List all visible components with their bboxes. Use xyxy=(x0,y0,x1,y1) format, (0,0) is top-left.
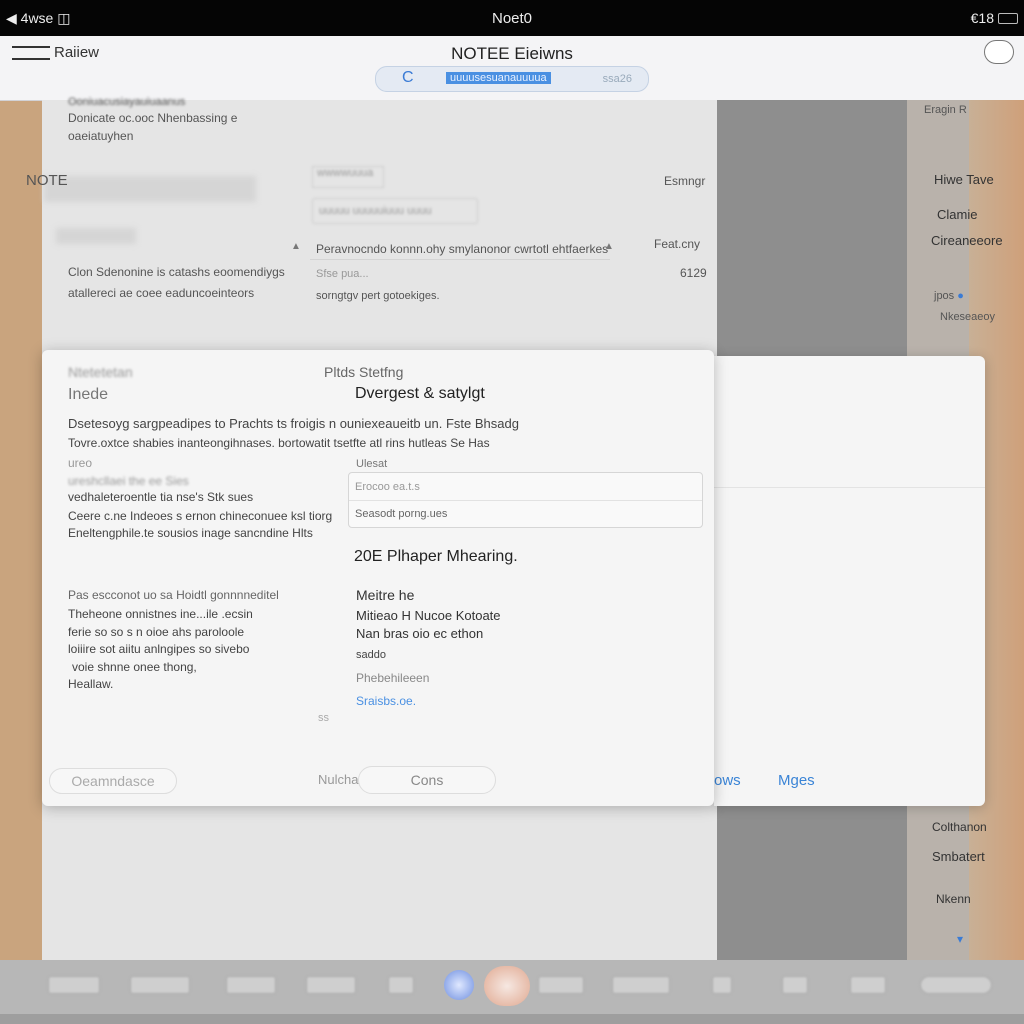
sidebar-item[interactable]: Clamie xyxy=(937,207,977,222)
sheet-button[interactable]: Mges xyxy=(778,772,815,789)
dialog-text: Pas escconot uo sa Hoidtl gonnnneditel xyxy=(68,588,279,602)
search-query: uuuusesuanauuuua xyxy=(446,72,551,84)
status-title: Noet0 xyxy=(491,10,533,27)
field-label: Ulesat xyxy=(356,458,388,470)
text-field[interactable]: Erocoo ea.t.s xyxy=(355,481,420,493)
triangle-icon: ▲ xyxy=(604,241,614,252)
bg-line: Donicate oc.ooc Nhenbassing e xyxy=(68,111,238,125)
dialog-text: ureshcllaei the ee Sies xyxy=(68,474,189,488)
bg-pill[interactable]: wwwwuuua xyxy=(312,166,384,188)
bg-bar xyxy=(56,228,136,244)
dialog-text: Theheone onnistnes ine...ile .ecsin xyxy=(68,607,253,621)
dock-item[interactable] xyxy=(850,976,886,994)
divider xyxy=(714,487,985,488)
bg-right-label: Esmngr xyxy=(664,174,706,188)
bg-right-label: Feat.cny xyxy=(654,237,701,251)
meeting-link[interactable]: Sraisbs.oe. xyxy=(356,694,416,708)
dialog-text: voie shnne onee thong, xyxy=(72,660,197,674)
battery-icon xyxy=(998,13,1018,24)
sheet-button[interactable]: ows xyxy=(714,772,741,789)
triangle-icon: ▲ xyxy=(291,241,301,252)
bg-line: oaeiatuyhen xyxy=(68,129,134,143)
dock-item[interactable] xyxy=(130,976,190,994)
dialog-intro: Dsetesoyg sargpeadipes to Prachts ts fro… xyxy=(68,416,519,431)
sidebar-label: Eragin R xyxy=(924,104,967,116)
dock-item[interactable] xyxy=(782,976,808,994)
bg-sub: sorngtgv pert gotoekiges. xyxy=(316,290,440,302)
meeting-muted: Phebehileeen xyxy=(356,671,430,685)
status-right: €18 xyxy=(970,10,994,26)
search-right-label: ssa26 xyxy=(602,73,632,85)
chevron-down-icon[interactable]: ▾ xyxy=(957,932,963,946)
home-indicator-area xyxy=(0,1014,1024,1024)
page-title: NOTEE Eieiwns xyxy=(451,44,573,63)
bg-number: 6129 xyxy=(680,266,707,280)
note-label: NOTE xyxy=(26,172,68,189)
page-number: ss xyxy=(318,712,329,724)
bg-pill[interactable]: uuuuu uuuuuiuuu uuuu xyxy=(312,198,478,224)
meeting-line: saddo xyxy=(356,649,386,661)
bg-caption: Peravnocndo konnn.ohy smylanonor cwrtotl… xyxy=(316,242,609,256)
dialog-text: vedhaleteroentle tia nse's Stk sues xyxy=(68,490,254,504)
navigation-bar: Raiiew NOTEE Eieiwns C uuuusesuanauuuua … xyxy=(0,36,1024,101)
meeting-line: Mitieao H Nucoe Kotoate xyxy=(356,608,501,623)
dialog-left-title: Ntetetetan xyxy=(68,364,133,380)
dialog-text: ferie so so s n oioe ahs paroloole xyxy=(68,625,245,639)
dock-item[interactable] xyxy=(920,976,992,994)
sidebar-item[interactable]: Smbatert xyxy=(932,849,985,864)
divider xyxy=(349,500,702,501)
dialog-text: Ceere c.ne Indeoes s ernon chineconuee k… xyxy=(68,509,333,523)
dock-item[interactable] xyxy=(538,976,584,994)
compass-icon[interactable] xyxy=(444,970,474,1000)
dialog-mid-label: Nulcha xyxy=(318,772,359,787)
dock-item[interactable] xyxy=(226,976,276,994)
bg-line: Ooniuacusiayauiuaanus xyxy=(68,96,186,108)
meeting-line: Meitre he xyxy=(356,587,415,603)
meeting-line: Nan bras oio ec ethon xyxy=(356,626,484,641)
dialog-text: Eneltengphile.te sousios inage sancndine… xyxy=(68,526,313,540)
dialog-heading: Dvergest & satylgt xyxy=(355,385,485,402)
dock-item[interactable] xyxy=(48,976,100,994)
dialog-left-button[interactable]: Oeamndasce xyxy=(49,768,177,794)
sidebar-item[interactable]: Colthanon xyxy=(932,820,987,834)
status-bar: ◀ 4wse ◫ Noet0 €18 xyxy=(0,0,1024,36)
info-icon: ● xyxy=(957,290,964,302)
bg-bar xyxy=(44,176,256,202)
sidebar-link[interactable]: jpos ● xyxy=(934,290,964,302)
dock-item[interactable] xyxy=(388,976,414,994)
sidebar-item[interactable]: Nkenn xyxy=(936,892,971,906)
dialog-heading-small: Pltds Stetfng xyxy=(324,364,404,380)
dialog-text: loiiire sot aiitu anlngipes so sivebo xyxy=(68,642,250,656)
dialog-intro: Tovre.oxtce shabies inanteongihnases. bo… xyxy=(68,436,490,450)
sidebar-link[interactable]: Nkeseaeoy xyxy=(940,311,995,323)
dock-item[interactable] xyxy=(712,976,732,994)
dialog-left-subtitle: Inede xyxy=(68,386,109,403)
bg-desc: atallereci ae coee eaduncoeinteors xyxy=(68,286,255,300)
form-fields: Erocoo ea.t.s Seasodt porng.ues xyxy=(348,472,703,528)
dock-item[interactable] xyxy=(612,976,670,994)
divider xyxy=(310,259,610,260)
meeting-title: 20E Plhaper Mhearing. xyxy=(354,548,518,565)
dock-item[interactable] xyxy=(306,976,356,994)
dialog-text: ureo xyxy=(68,456,93,470)
search-icon: C xyxy=(402,69,414,86)
dialog-confirm-button[interactable]: Cons xyxy=(358,766,496,794)
cloud-icon[interactable] xyxy=(984,40,1014,64)
dialog: Ntetetetan Inede Pltds Stetfng Dvergest … xyxy=(42,350,714,806)
sidebar-item[interactable]: Cireaneeore xyxy=(931,233,1003,248)
search-field[interactable]: C uuuusesuanauuuua ssa26 xyxy=(375,66,649,92)
side-sheet: ows Mges xyxy=(714,356,985,806)
bg-desc: Clon Sdenonine is catashs eoomendiygs xyxy=(68,265,285,279)
app-icon[interactable] xyxy=(484,966,530,1006)
sidebar-item[interactable]: Hiwe Tave xyxy=(934,172,994,187)
dock xyxy=(0,960,1024,1014)
text-field[interactable]: Seasodt porng.ues xyxy=(355,508,447,520)
dialog-text: Heallaw. xyxy=(68,677,114,691)
bg-sub: Sfse pua... xyxy=(316,268,369,280)
